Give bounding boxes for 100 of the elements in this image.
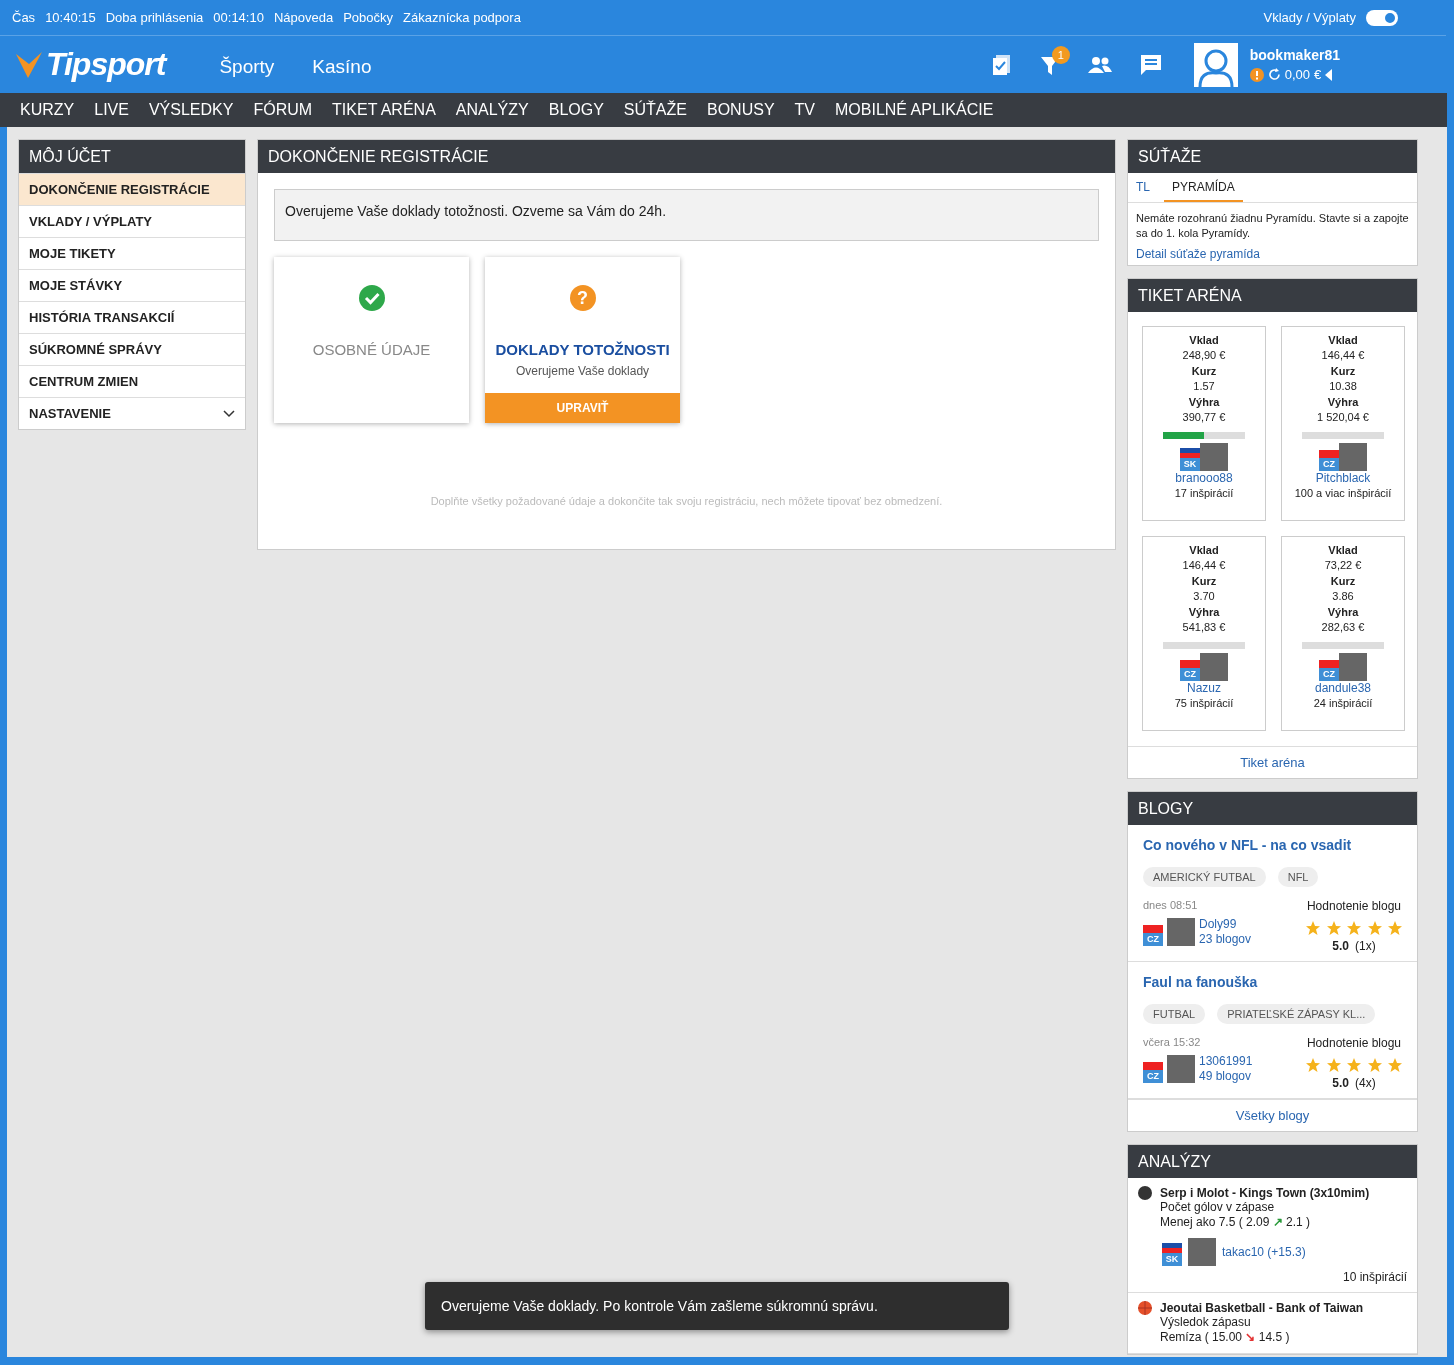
nav-link[interactable]: SÚŤAŽE [613, 101, 697, 119]
odds-label: Kurz [1191, 573, 1217, 589]
nav-link[interactable]: ANALÝZY [445, 101, 539, 119]
inspiration-count: 10 inšpirácií [1341, 1269, 1407, 1284]
ticket-arena-link[interactable]: Tiket aréna [1128, 745, 1417, 778]
tab[interactable]: TL [1136, 180, 1150, 202]
stake-value: 248,90 € [1182, 348, 1226, 364]
notification-badge: 1 [1051, 45, 1070, 64]
tab[interactable]: PYRAMÍDA [1164, 180, 1243, 202]
nav-link[interactable]: VÝSLEDKY [138, 101, 244, 119]
user-silhouette-icon [1197, 48, 1234, 87]
deposits-link[interactable]: Vklady / Výplaty [1263, 10, 1356, 25]
nav-link[interactable]: TV [784, 101, 825, 119]
panel-title: SÚŤAŽE [1128, 140, 1417, 173]
panel-title: ANALÝZY [1128, 1144, 1417, 1178]
ticket-card[interactable]: Vklad 146,44 € Kurz 3.70 Výhra 541,83 € CZ Nazuz 75 inšpirácií [1142, 535, 1266, 731]
pick-text: Remíza ( 15.00 ↘ 14.5 ) [1160, 1329, 1291, 1345]
market-text: Počet gólov v zápase [1160, 1199, 1276, 1215]
author-link[interactable]: 13061991 [1199, 1053, 1253, 1069]
caret-left-icon[interactable] [1325, 68, 1334, 81]
ticket-card[interactable]: Vklad 248,90 € Kurz 1.57 Výhra 390,77 € SK branooo88 17 inšpirácií [1142, 325, 1266, 521]
contest-link[interactable]: Detail súťaže pyramída [1128, 244, 1417, 265]
avatar-photo [1339, 652, 1367, 681]
tag[interactable]: PRIATEĽSKÉ ZÁPASY KL... [1217, 1003, 1376, 1024]
odds-label: Kurz [1330, 363, 1356, 379]
step-title: OSOBNÉ ÚDAJE [312, 341, 431, 358]
top-link[interactable]: Nápoveda [273, 10, 334, 25]
panel-title: DOKONČENIE REGISTRÁCIE [258, 140, 1115, 173]
people-icon[interactable] [1087, 55, 1112, 74]
star-icon [1347, 920, 1361, 935]
avatar[interactable] [1193, 42, 1238, 87]
post-time: dnes 08:51 [1143, 898, 1199, 911]
win-label: Výhra [1188, 604, 1220, 620]
ticket-card[interactable]: Vklad 146,44 € Kurz 10.38 Výhra 1 520,04 € CZ Pitchblack 100 a viac inšpirácií [1281, 325, 1405, 521]
win-label: Výhra [1327, 604, 1359, 620]
tipster-link[interactable]: takac10 (+15.3) [1222, 1244, 1306, 1259]
rating-label: Hodnotenie blogu [1306, 1035, 1402, 1050]
top-link[interactable]: Zákaznícka podpora [403, 10, 521, 25]
tag[interactable]: NFL [1277, 866, 1319, 887]
avatar-photo [1200, 442, 1228, 471]
info-value: 00:14:10 [213, 10, 264, 25]
nav-link[interactable]: BONUSY [697, 101, 785, 119]
username[interactable]: bookmaker81 [1249, 47, 1340, 63]
odds-value: 3.70 [1193, 589, 1215, 605]
toggle-switch[interactable] [1366, 9, 1398, 26]
odds-label: Kurz [1191, 363, 1217, 379]
hint-text: Doplňte všetky požadované údaje a dokončite tak svoju registráciu, nech môžete tipovať bez obmedzení. [429, 495, 944, 507]
step-title: DOKLADY TOTOŽNOSTI [495, 341, 670, 358]
all-blogs-link[interactable]: Všetky blogy [1128, 1098, 1417, 1131]
top-link[interactable]: Pobočky [343, 10, 394, 25]
username-link[interactable]: dandule38 [1314, 680, 1372, 697]
nav-link[interactable]: LIVE [84, 101, 139, 119]
nav-link[interactable]: MOBILNÉ APLIKÁCIE [825, 101, 1004, 119]
blog-title-link[interactable]: Co nového v NFL - na co vsadit [1143, 836, 1402, 853]
blog-count-link[interactable]: 23 blogov [1199, 931, 1252, 947]
ticket-card[interactable]: Vklad 73,22 € Kurz 3.86 Výhra 282,63 € CZ dandule38 24 inšpirácií [1281, 535, 1405, 731]
nav-link[interactable]: BLOGY [538, 101, 614, 119]
blog-count-link[interactable]: 49 blogov [1199, 1068, 1253, 1084]
panel-title: BLOGY [1128, 791, 1417, 825]
blog-title-link[interactable]: Faul na fanouška [1143, 973, 1402, 990]
username-link[interactable]: Nazuz [1187, 680, 1221, 697]
star-icon [1306, 1057, 1320, 1072]
info-label: Čas [12, 10, 36, 25]
currency-label: € [1314, 67, 1322, 82]
header-menu-link[interactable]: Športy [219, 55, 275, 78]
avatar-photo [1200, 652, 1228, 681]
panel-title: TIKET ARÉNA [1128, 278, 1417, 312]
odds-value: 1.57 [1193, 379, 1215, 395]
nav-link[interactable]: KURZY [10, 101, 85, 119]
step-status: Overujeme Vaše doklady [515, 364, 650, 378]
stake-label: Vklad [1189, 332, 1219, 348]
notice-message: Overujeme Vaše doklady totožnosti. Ozveme sa Vám do 24h. [274, 189, 1099, 241]
author-link[interactable]: Doly99 [1199, 916, 1252, 932]
info-value: 10:40:15 [45, 10, 96, 25]
puck-icon [1138, 1185, 1152, 1200]
refresh-icon[interactable] [1267, 68, 1281, 81]
market-text: Výsledok zápasu [1160, 1314, 1252, 1330]
header-menu-link[interactable]: Kasíno [312, 55, 372, 78]
inspiration-count: 100 a viac inšpirácií [1294, 486, 1392, 502]
match-link[interactable]: Jeoutai Basketball - Bank of Taiwan [1160, 1300, 1364, 1315]
win-value: 541,83 € [1182, 620, 1226, 636]
stake-label: Vklad [1328, 542, 1358, 558]
username-link[interactable]: branooo88 [1175, 470, 1233, 487]
toast-message: Overujeme Vaše doklady. Po kontrole Vám zašleme súkromnú správu. [425, 1282, 1009, 1330]
stake-value: 146,44 € [1182, 558, 1226, 574]
post-time: včera 15:32 [1143, 1035, 1202, 1048]
star-icon [1326, 1057, 1341, 1072]
star-icon [1326, 920, 1341, 935]
logo-text[interactable]: Tipsport [46, 46, 166, 83]
sidebar-item[interactable]: DOKONČENIE REGISTRÁCIE [19, 173, 245, 205]
rating-label: Hodnotenie blogu [1306, 898, 1402, 913]
nav-link[interactable]: TIKET ARÉNA [322, 101, 446, 119]
tag[interactable]: AMERICKÝ FUTBAL [1143, 866, 1266, 887]
match-link[interactable]: Serp i Molot - Kings Town (3x10mim) [1160, 1185, 1370, 1200]
tag[interactable]: FUTBAL [1143, 1003, 1206, 1024]
win-label: Výhra [1188, 394, 1220, 410]
ticket-icon[interactable] [991, 53, 1012, 76]
username-link[interactable]: Pitchblack [1315, 470, 1371, 487]
nav-link[interactable]: FÓRUM [243, 101, 323, 119]
chat-icon[interactable] [1139, 53, 1162, 76]
